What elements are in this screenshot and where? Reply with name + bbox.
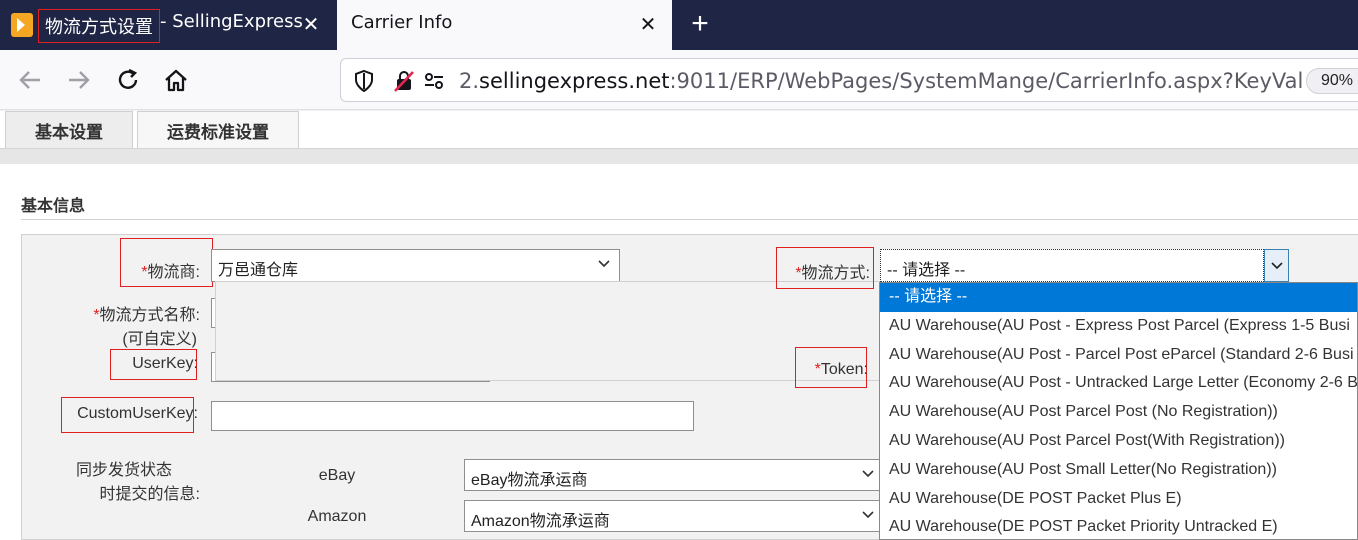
navigation-bar: 2.sellingexpress.net:9011/ERP/WebPages/S…	[0, 50, 1358, 110]
amazon-carrier-select[interactable]: Amazon物流承运商	[464, 500, 884, 532]
chevron-down-icon	[1271, 262, 1283, 270]
tab-title: Carrier Info	[351, 12, 453, 33]
tab-divider	[0, 148, 1358, 164]
address-bar[interactable]: 2.sellingexpress.net:9011/ERP/WebPages/S…	[340, 58, 1358, 102]
section-divider	[21, 219, 1358, 220]
method-name-label: *物流方式名称:	[60, 301, 200, 325]
dropdown-option[interactable]: AU Warehouse(DE POST Packet Plus E)	[880, 485, 1357, 514]
carrier-select[interactable]: 万邑通仓库	[211, 249, 620, 282]
permissions-icon[interactable]	[421, 68, 447, 94]
insecure-lock-icon[interactable]	[391, 68, 417, 94]
carrier-select-value: 万邑通仓库	[218, 262, 299, 279]
dropdown-option[interactable]: AU Warehouse(DE POST Packet Priority Unt…	[880, 513, 1357, 539]
dropdown-option[interactable]: -- 请选择 --	[880, 283, 1357, 312]
chevron-down-icon	[598, 260, 610, 268]
app-favicon-icon	[11, 13, 33, 37]
amazon-label: Amazon	[307, 508, 367, 525]
page-tab-bar: 基本设置 运费标准设置	[0, 111, 1358, 151]
ebay-carrier-select[interactable]: eBay物流承运商	[464, 459, 884, 491]
carrier-label: *物流商:	[128, 258, 200, 282]
token-label-text: Token:	[820, 361, 868, 378]
home-icon[interactable]	[158, 62, 194, 98]
reload-icon[interactable]	[110, 62, 146, 98]
forward-arrow-icon[interactable]	[61, 62, 97, 98]
url-prefix: 2.	[459, 69, 480, 93]
chevron-down-icon	[862, 511, 874, 519]
amazon-carrier-value: Amazon物流承运商	[471, 513, 610, 530]
browser-tab-carrier-info[interactable]: Carrier Info ✕	[337, 0, 672, 50]
url-text: 2.sellingexpress.net:9011/ERP/WebPages/S…	[459, 69, 1303, 93]
shipping-method-label: *物流方式:	[780, 259, 870, 283]
carrier-label-text: 物流商:	[147, 264, 200, 281]
browser-tab-strip: 物流方式设置 - SellingExpress ✕ Carrier Info ✕…	[0, 0, 1358, 50]
dropdown-option[interactable]: AU Warehouse(AU Post - Parcel Post eParc…	[880, 341, 1357, 370]
sync-label-line2: 时提交的信息:	[99, 486, 200, 503]
customuserkey-input[interactable]	[211, 401, 694, 431]
url-host: sellingexpress.net	[479, 69, 670, 93]
customuserkey-label: CustomUserKey:	[77, 405, 198, 422]
close-tab-icon[interactable]: ✕	[637, 14, 659, 36]
tab-title-highlight: 物流方式设置	[38, 9, 160, 43]
ebay-carrier-value: eBay物流承运商	[471, 472, 588, 489]
tab-title-rest: - SellingExpress	[160, 11, 303, 32]
dropdown-option[interactable]: AU Warehouse(AU Post Small Letter(No Reg…	[880, 456, 1357, 485]
tab-freight-standard-settings[interactable]: 运费标准设置	[137, 111, 299, 149]
userkey-label: UserKey:	[132, 355, 198, 372]
back-arrow-icon[interactable]	[12, 62, 48, 98]
token-label: *Token:	[800, 361, 868, 379]
browser-tab-sellingexpress[interactable]: 物流方式设置 - SellingExpress ✕	[0, 0, 335, 50]
new-tab-plus-icon[interactable]: +	[685, 9, 715, 40]
dropdown-option[interactable]: AU Warehouse(AU Post Parcel Post(With Re…	[880, 427, 1357, 456]
shipping-method-dropdown-list: -- 请选择 -- AU Warehouse(AU Post - Express…	[879, 282, 1358, 540]
ebay-label: eBay	[318, 467, 356, 484]
method-name-hint: (可自定义)	[122, 331, 197, 348]
dropdown-option[interactable]: AU Warehouse(AU Post Parcel Post (No Reg…	[880, 398, 1357, 427]
url-path: :9011/ERP/WebPages/SystemMange/CarrierIn…	[669, 69, 1304, 93]
dropdown-option[interactable]: AU Warehouse(AU Post - Express Post Parc…	[880, 312, 1357, 341]
dropdown-option[interactable]: AU Warehouse(AU Post - Untracked Large L…	[880, 369, 1357, 398]
method-name-label-text: 物流方式名称:	[99, 307, 200, 324]
zoom-level-badge[interactable]: 90%	[1306, 68, 1358, 94]
close-tab-icon[interactable]: ✕	[300, 14, 322, 36]
tab-basic-settings[interactable]: 基本设置	[5, 111, 133, 149]
shield-icon[interactable]	[351, 68, 377, 94]
sync-label-line1: 同步发货状态	[75, 462, 172, 479]
shipping-method-dropdown-button[interactable]	[1264, 249, 1289, 282]
chevron-down-icon	[862, 470, 874, 478]
section-title: 基本信息	[21, 198, 86, 215]
shipping-method-label-text: 物流方式:	[801, 265, 870, 282]
shipping-method-select[interactable]: -- 请选择 --	[880, 249, 1264, 282]
